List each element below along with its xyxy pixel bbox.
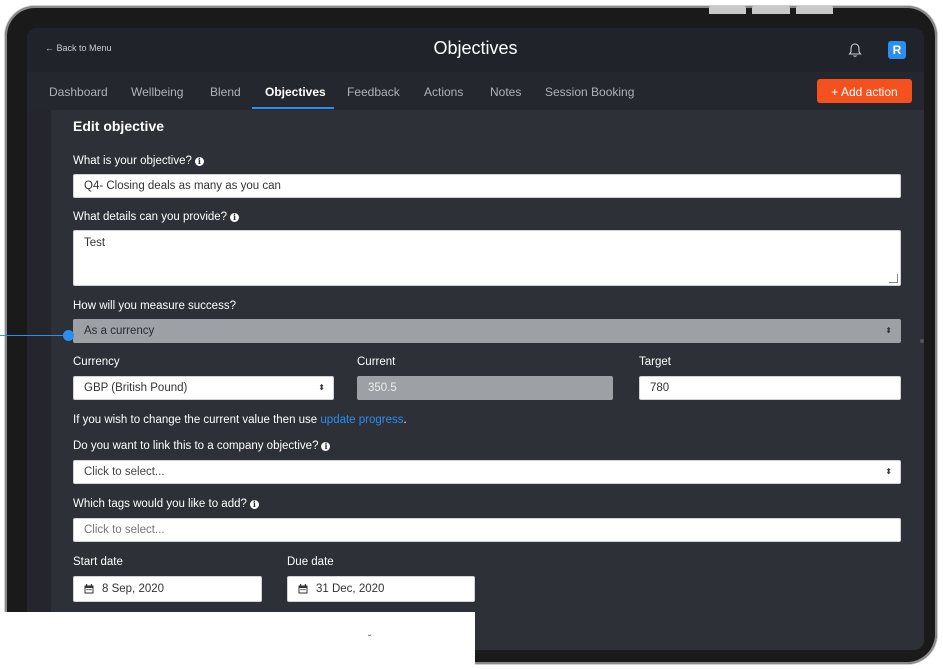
objective-label-text: What is your objective? (73, 155, 192, 167)
info-icon: i (249, 500, 259, 509)
company-label-text: Do you want to link this to a company ob… (73, 440, 319, 452)
update-progress-link[interactable]: update progress (320, 414, 403, 426)
tablet-frame: ← Back to Menu Objectives R Dashboard We… (5, 6, 937, 664)
details-label: What details can you provide? i (73, 211, 240, 223)
measure-select[interactable]: As a currency ⬍ (73, 319, 901, 343)
tags-label-text: Which tags would you like to add? (73, 498, 247, 510)
overlay-panel (0, 612, 475, 669)
bell-icon[interactable] (847, 42, 863, 58)
form-title: Edit objective (73, 118, 165, 134)
measure-label: How will you measure success? (73, 300, 236, 312)
info-icon: i (194, 157, 204, 166)
target-input[interactable]: 780 (639, 376, 901, 400)
currency-select[interactable]: GBP (British Pound) ⬍ (73, 376, 334, 400)
currency-label: Currency (73, 356, 120, 368)
tab-dashboard[interactable]: Dashboard (49, 85, 108, 99)
company-placeholder: Click to select... (84, 466, 165, 478)
details-textarea[interactable]: Test (73, 230, 901, 286)
page-title: Objectives (433, 38, 518, 58)
objective-input[interactable]: Q4- Closing deals as many as you can (73, 174, 901, 198)
tags-input[interactable]: Click to select... (73, 518, 901, 542)
tags-placeholder: Click to select... (84, 524, 165, 536)
tab-bar: Dashboard Wellbeing Blend Objectives Fee… (27, 72, 924, 111)
tab-actions[interactable]: Actions (424, 85, 463, 99)
target-label: Target (639, 356, 671, 368)
start-date-label: Start date (73, 556, 123, 568)
update-note-suffix: . (403, 414, 407, 426)
due-date-value: 31 Dec, 2020 (316, 583, 385, 595)
callout-dot (63, 330, 74, 341)
device-sensor (920, 339, 924, 343)
app-screen: ← Back to Menu Objectives R Dashboard We… (27, 28, 924, 650)
details-label-text: What details can you provide? (73, 211, 228, 223)
tab-notes[interactable]: Notes (490, 85, 521, 99)
company-objective-select[interactable]: Click to select... ⬍ (73, 460, 901, 484)
measure-value: As a currency (84, 325, 155, 337)
info-icon: i (321, 442, 331, 451)
currency-value: GBP (British Pound) (84, 382, 188, 394)
current-label: Current (357, 356, 396, 368)
update-note-prefix: If you wish to change the current value … (73, 414, 321, 426)
calendar-icon (298, 584, 308, 594)
add-action-button[interactable]: + Add action (817, 79, 912, 103)
update-progress-note: If you wish to change the current value … (73, 414, 407, 426)
select-arrow-icon: ⬍ (885, 467, 892, 476)
select-arrow-icon: ⬍ (318, 383, 325, 392)
active-tab-indicator (252, 107, 334, 109)
company-objective-label: Do you want to link this to a company ob… (73, 440, 331, 452)
current-input: 350.5 (357, 376, 613, 400)
tab-blend[interactable]: Blend (210, 85, 241, 99)
calendar-icon (84, 584, 94, 594)
details-text: Test (84, 237, 106, 249)
tab-session-booking[interactable]: Session Booking (545, 85, 634, 99)
due-date-label: Due date (287, 556, 334, 568)
select-arrow-icon: ⬍ (885, 326, 892, 335)
objective-label: What is your objective? i (73, 155, 204, 167)
tab-wellbeing[interactable]: Wellbeing (131, 85, 183, 99)
due-date-input[interactable]: 31 Dec, 2020 (287, 576, 475, 602)
start-date-value: 8 Sep, 2020 (102, 583, 165, 595)
device-buttons (709, 6, 833, 14)
top-bar: ← Back to Menu Objectives R (27, 28, 924, 72)
avatar[interactable]: R (888, 41, 906, 59)
resize-handle-icon[interactable] (889, 274, 898, 283)
tab-feedback[interactable]: Feedback (347, 85, 400, 99)
tab-objectives[interactable]: Objectives (265, 85, 326, 99)
callout-line (0, 335, 68, 336)
info-icon: i (230, 213, 240, 222)
edit-objective-form: Edit objective What is your objective? i … (51, 110, 924, 650)
start-date-input[interactable]: 8 Sep, 2020 (73, 576, 262, 602)
tags-label: Which tags would you like to add? i (73, 498, 259, 510)
left-gutter (27, 110, 51, 650)
overlay-mark: ˘ (368, 634, 372, 645)
